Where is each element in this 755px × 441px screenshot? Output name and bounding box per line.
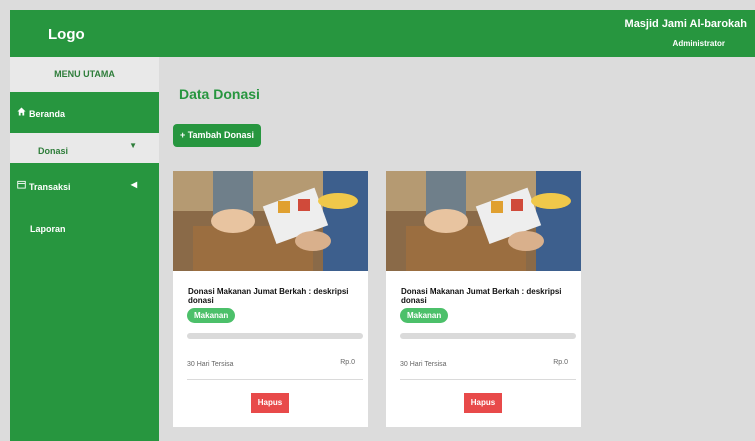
sidebar: MENU UTAMA Beranda Donasi ▼ Transaksi ◀ …	[10, 57, 159, 441]
divider	[400, 379, 576, 380]
add-donation-button[interactable]: + Tambah Donasi	[173, 124, 261, 147]
donation-card[interactable]: Donasi Makanan Jumat Berkah : deskripsi …	[173, 171, 368, 427]
sidebar-item-label: Transaksi	[29, 182, 71, 192]
menu-heading: MENU UTAMA	[10, 57, 159, 92]
progress-bar	[400, 333, 576, 339]
donation-image	[173, 171, 368, 271]
logo[interactable]: Logo	[48, 26, 85, 43]
card-title: Donasi Makanan Jumat Berkah : deskripsi …	[401, 287, 562, 305]
donation-image	[386, 171, 581, 271]
home-icon	[17, 107, 26, 116]
sidebar-item-label: Laporan	[30, 224, 66, 234]
user-role: Administrator	[672, 39, 725, 48]
amount-collected: Rp.0	[553, 359, 568, 366]
sidebar-item-beranda[interactable]: Beranda	[10, 99, 159, 129]
card-title: Donasi Makanan Jumat Berkah : deskripsi …	[188, 287, 349, 305]
donation-card[interactable]: Donasi Makanan Jumat Berkah : deskripsi …	[386, 171, 581, 427]
top-bar: Logo Masjid Jami Al-barokah Administrato…	[10, 10, 755, 57]
category-badge: Makanan	[400, 308, 449, 323]
days-remaining: 30 Hari Tersisa	[187, 361, 234, 368]
sidebar-item-laporan[interactable]: Laporan	[10, 214, 159, 244]
sidebar-item-label: Beranda	[29, 109, 66, 119]
sidebar-item-transaksi[interactable]: Transaksi ◀	[10, 172, 159, 202]
days-remaining: 30 Hari Tersisa	[400, 361, 447, 368]
delete-button[interactable]: Hapus	[464, 393, 502, 413]
sidebar-item-donasi[interactable]: Donasi ▼	[10, 133, 159, 163]
progress-bar	[187, 333, 363, 339]
calendar-icon	[17, 180, 26, 189]
divider	[187, 379, 363, 380]
amount-collected: Rp.0	[340, 359, 355, 366]
delete-button[interactable]: Hapus	[251, 393, 289, 413]
chevron-left-icon: ◀	[130, 180, 137, 189]
sidebar-item-label: Donasi	[38, 146, 69, 156]
category-badge: Makanan	[187, 308, 236, 323]
organization-name: Masjid Jami Al-barokah	[624, 18, 747, 30]
chevron-down-icon: ▼	[129, 141, 137, 150]
page-title: Data Donasi	[179, 86, 260, 102]
